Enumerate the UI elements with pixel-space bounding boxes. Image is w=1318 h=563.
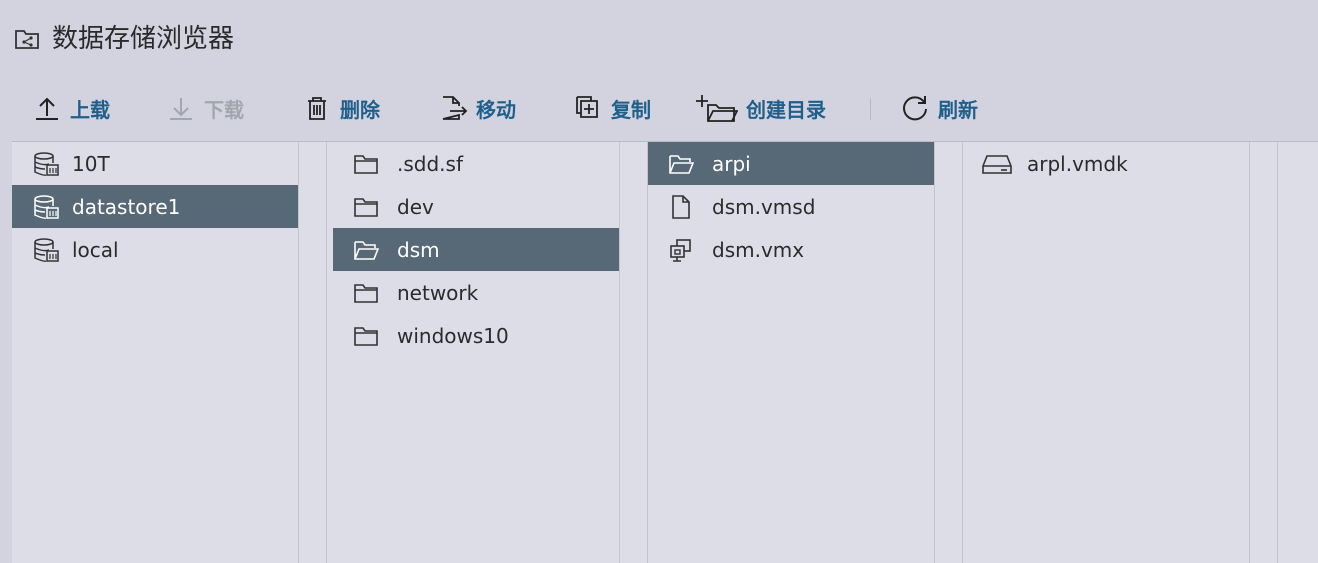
folder-icon xyxy=(354,326,378,346)
column-divider[interactable] xyxy=(935,142,963,563)
refresh-button[interactable]: 刷新 xyxy=(900,86,978,130)
datastore-icon xyxy=(34,237,59,262)
list-item[interactable]: 10T xyxy=(12,142,298,185)
window-title: 数据存储浏览器 xyxy=(52,24,235,54)
list-item-label: windows10 xyxy=(397,323,509,348)
list-item-label: network xyxy=(397,280,479,305)
folder-icon xyxy=(354,283,378,303)
delete-button[interactable]: 删除 xyxy=(302,86,380,130)
create-directory-button[interactable]: 创建目录 xyxy=(694,86,826,130)
file-move-icon xyxy=(442,96,468,120)
copy-label: 复制 xyxy=(611,97,651,122)
list-item-label: dsm.vmsd xyxy=(712,194,816,219)
folder-open-icon xyxy=(669,154,694,174)
list-item[interactable]: dsm xyxy=(333,228,619,271)
list-item-label: dsm xyxy=(397,237,440,262)
folder-share-icon xyxy=(15,30,39,49)
refresh-icon xyxy=(903,96,927,121)
folder-plus-icon xyxy=(696,95,738,122)
list-item[interactable]: dsm.vmx xyxy=(648,228,934,271)
list-item-label: arpi xyxy=(712,151,751,176)
file-column: arpi dsm.vmsd dsm.vmx xyxy=(648,142,935,563)
trash-icon xyxy=(308,97,326,120)
create-directory-label: 创建目录 xyxy=(746,97,826,122)
disk-icon xyxy=(982,154,1012,174)
upload-button[interactable]: 上载 xyxy=(32,86,110,130)
download-button[interactable]: 下载 xyxy=(166,86,244,130)
list-item-label: .sdd.sf xyxy=(397,151,463,176)
list-item[interactable]: dev xyxy=(333,185,619,228)
delete-label: 删除 xyxy=(340,97,380,122)
copy-icon xyxy=(576,96,598,118)
column-divider[interactable] xyxy=(299,142,327,563)
list-item-label: dev xyxy=(397,194,434,219)
vm-icon xyxy=(670,238,691,262)
file-column: arpl.vmdk xyxy=(963,142,1250,563)
list-item-label: datastore1 xyxy=(72,194,181,219)
title-bar: 数据存储浏览器 xyxy=(0,0,1318,80)
list-item[interactable]: network xyxy=(333,271,619,314)
download-arrow-icon xyxy=(170,98,192,120)
refresh-label: 刷新 xyxy=(938,97,978,122)
move-button[interactable]: 移动 xyxy=(438,86,516,130)
toolbar-divider xyxy=(870,98,871,120)
list-item-label: local xyxy=(72,237,119,262)
file-icon xyxy=(672,194,690,219)
datastore-icon xyxy=(34,151,59,176)
list-item[interactable]: dsm.vmsd xyxy=(648,185,934,228)
column-divider[interactable] xyxy=(620,142,648,563)
folder-icon xyxy=(354,197,378,217)
folder-column: .sdd.sf dev dsm network windows10 xyxy=(333,142,620,563)
folder-open-icon xyxy=(354,240,379,260)
folder-icon xyxy=(354,154,378,174)
upload-arrow-icon xyxy=(36,97,58,120)
download-label: 下载 xyxy=(204,97,244,122)
list-item[interactable]: datastore1 xyxy=(12,185,298,228)
datastore-icon xyxy=(34,194,59,219)
datastore-column: 10T datastore1 local xyxy=(12,142,299,563)
list-item[interactable]: local xyxy=(12,228,298,271)
list-item-label: 10T xyxy=(72,151,110,176)
list-item-label: dsm.vmx xyxy=(712,237,805,262)
list-item[interactable]: .sdd.sf xyxy=(333,142,619,185)
list-item[interactable]: windows10 xyxy=(333,314,619,357)
column-divider[interactable] xyxy=(1250,142,1278,563)
move-label: 移动 xyxy=(476,97,516,122)
toolbar: 上载 下载 删除 移动 复制 创建目录 刷新 xyxy=(0,86,1318,130)
column-browser: 10T datastore1 local .sdd.sf dev dsm net… xyxy=(12,141,1318,563)
list-item[interactable]: arpl.vmdk xyxy=(963,142,1249,185)
copy-button[interactable]: 复制 xyxy=(573,86,651,130)
list-item-label: arpl.vmdk xyxy=(1027,151,1128,176)
upload-label: 上载 xyxy=(70,97,110,122)
list-item[interactable]: arpi xyxy=(648,142,934,185)
